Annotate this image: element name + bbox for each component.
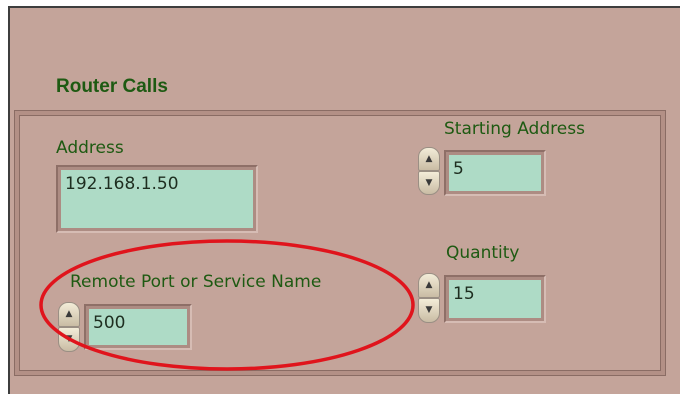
increment-arrow-icon[interactable]: ▲ xyxy=(418,273,440,298)
address-field-frame: 192.168.1.50 xyxy=(56,165,258,233)
address-input[interactable]: 192.168.1.50 xyxy=(61,170,253,228)
remote-port-field-frame: 500 xyxy=(84,304,192,350)
starting-address-field-frame: 5 xyxy=(444,150,546,196)
address-label: Address xyxy=(56,138,124,158)
decrement-arrow-icon[interactable]: ▼ xyxy=(418,298,440,323)
quantity-input[interactable]: 15 xyxy=(449,280,541,318)
increment-arrow-icon[interactable]: ▲ xyxy=(58,302,80,327)
starting-address-label: Starting Address xyxy=(444,119,585,139)
quantity-stepper[interactable]: ▲ ▼ xyxy=(418,273,440,323)
section-title: Router Calls xyxy=(56,76,168,97)
starting-address-input[interactable]: 5 xyxy=(449,155,541,191)
remote-port-stepper[interactable]: ▲ ▼ xyxy=(58,302,80,352)
quantity-label: Quantity xyxy=(446,243,520,263)
increment-arrow-icon[interactable]: ▲ xyxy=(418,147,440,171)
remote-port-label: Remote Port or Service Name xyxy=(70,272,322,292)
decrement-arrow-icon[interactable]: ▼ xyxy=(58,327,80,352)
decrement-arrow-icon[interactable]: ▼ xyxy=(418,171,440,195)
remote-port-input[interactable]: 500 xyxy=(89,309,187,345)
starting-address-stepper[interactable]: ▲ ▼ xyxy=(418,147,440,195)
quantity-field-frame: 15 xyxy=(444,275,546,323)
